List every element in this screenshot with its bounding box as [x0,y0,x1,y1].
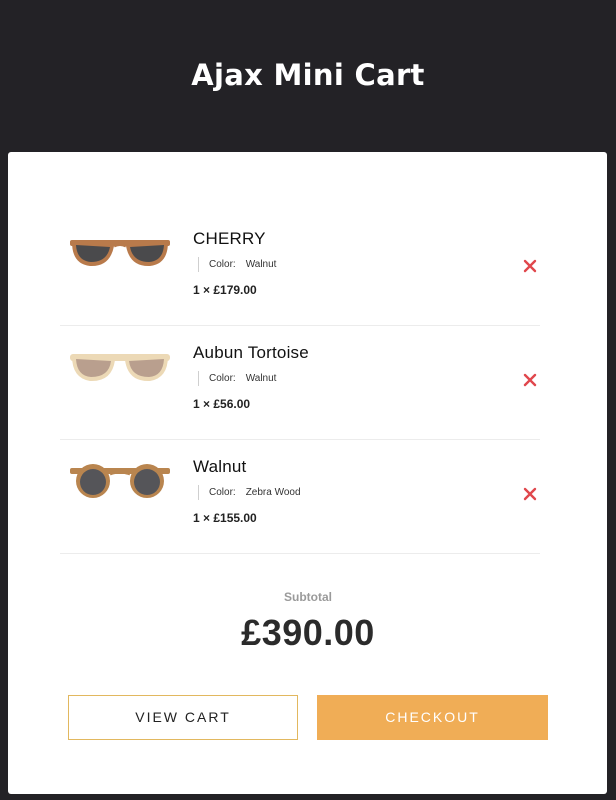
subtotal-amount: £390.00 [241,612,375,653]
remove-item-button[interactable] [523,259,537,273]
product-variant: Color: Walnut [198,371,276,386]
remove-item-button[interactable] [523,373,537,387]
close-icon [523,487,537,501]
product-variant: Color: Zebra Wood [198,485,301,500]
product-name[interactable]: CHERRY [193,229,266,249]
product-thumbnail[interactable] [68,230,172,278]
sunglasses-icon [70,464,170,498]
remove-item-button[interactable] [523,487,537,501]
variant-value: Zebra Wood [245,487,301,498]
view-cart-button[interactable]: VIEW CART [68,695,298,740]
product-thumbnail[interactable] [68,458,172,506]
close-icon [523,373,537,387]
checkout-button[interactable]: CHECKOUT [317,695,548,740]
sunglasses-icon [70,240,170,267]
product-name[interactable]: Aubun Tortoise [193,343,309,363]
variant-label: Color: [209,487,236,498]
variant-label: Color: [209,259,236,270]
page-title: Ajax Mini Cart [191,58,425,92]
product-thumbnail[interactable] [68,344,172,392]
variant-value: Walnut [245,259,277,270]
quantity-price: 1 × £179.00 [193,283,257,297]
quantity-price: 1 × £56.00 [193,397,251,411]
cart-item: CHERRY Color: Walnut 1 × £179.00 [60,212,540,326]
close-icon [523,259,537,273]
cart-item: Walnut Color: Zebra Wood 1 × £155.00 [60,440,540,554]
product-name[interactable]: Walnut [193,457,246,477]
variant-value: Walnut [245,373,277,384]
product-variant: Color: Walnut [198,257,276,272]
cart-item: Aubun Tortoise Color: Walnut 1 × £56.00 [60,326,540,440]
subtotal-label: Subtotal [284,590,332,604]
sunglasses-icon [70,354,170,382]
cart-item-list: CHERRY Color: Walnut 1 × £179.00 Aubun To… [60,212,540,554]
quantity-price: 1 × £155.00 [193,511,257,525]
variant-label: Color: [209,373,236,384]
